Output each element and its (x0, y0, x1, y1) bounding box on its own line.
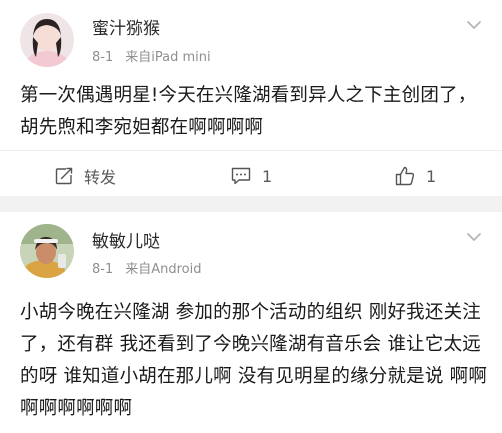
post-text: 第一次偶遇明星!今天在兴隆湖看到异人之下主创团了，胡先煦和李宛妲都在啊啊啊啊 (20, 85, 477, 138)
like-count: 1 (426, 166, 437, 186)
post-date: 8-1 (92, 262, 114, 277)
post-source: 来自iPad mini (125, 50, 211, 65)
author-name[interactable]: 蜜汁猕猴 (92, 14, 160, 39)
comment-button[interactable]: 1 (230, 160, 272, 192)
avatar[interactable] (20, 13, 74, 67)
chevron-down-icon[interactable] (466, 16, 482, 29)
like-icon (395, 166, 415, 186)
comment-icon (231, 167, 251, 185)
author-name[interactable]: 敏敏儿哒 (92, 227, 160, 252)
post-card: 蜜汁猕猴 8-1 来自iPad mini 第一次偶遇明星!今天在兴隆湖看到异人之下… (0, 0, 502, 196)
post-separator (0, 196, 502, 212)
avatar[interactable] (20, 224, 74, 278)
post-text: 小胡今晚在兴隆湖 参加的那个活动的组织 刚好我还关注了，还有群 我还看到了今晚兴… (20, 302, 488, 419)
repost-label: 转发 (84, 168, 117, 187)
like-button[interactable]: 1 (394, 160, 436, 192)
post-date: 8-1 (92, 50, 114, 65)
post-meta: 8-1 来自iPad mini (92, 46, 211, 65)
divider (0, 150, 502, 151)
repost-button[interactable]: 转发 (54, 160, 116, 192)
post-card: 敏敏儿哒 8-1 来自Android 小胡今晚在兴隆湖 参加的那个活动的组织 刚好… (0, 212, 502, 433)
post-meta: 8-1 来自Android (92, 258, 202, 277)
comment-count: 1 (262, 166, 273, 186)
post-source: 来自Android (125, 262, 202, 277)
repost-icon (55, 167, 73, 185)
chevron-down-icon[interactable] (466, 228, 482, 241)
action-bar: 转发 1 1 (0, 160, 502, 192)
